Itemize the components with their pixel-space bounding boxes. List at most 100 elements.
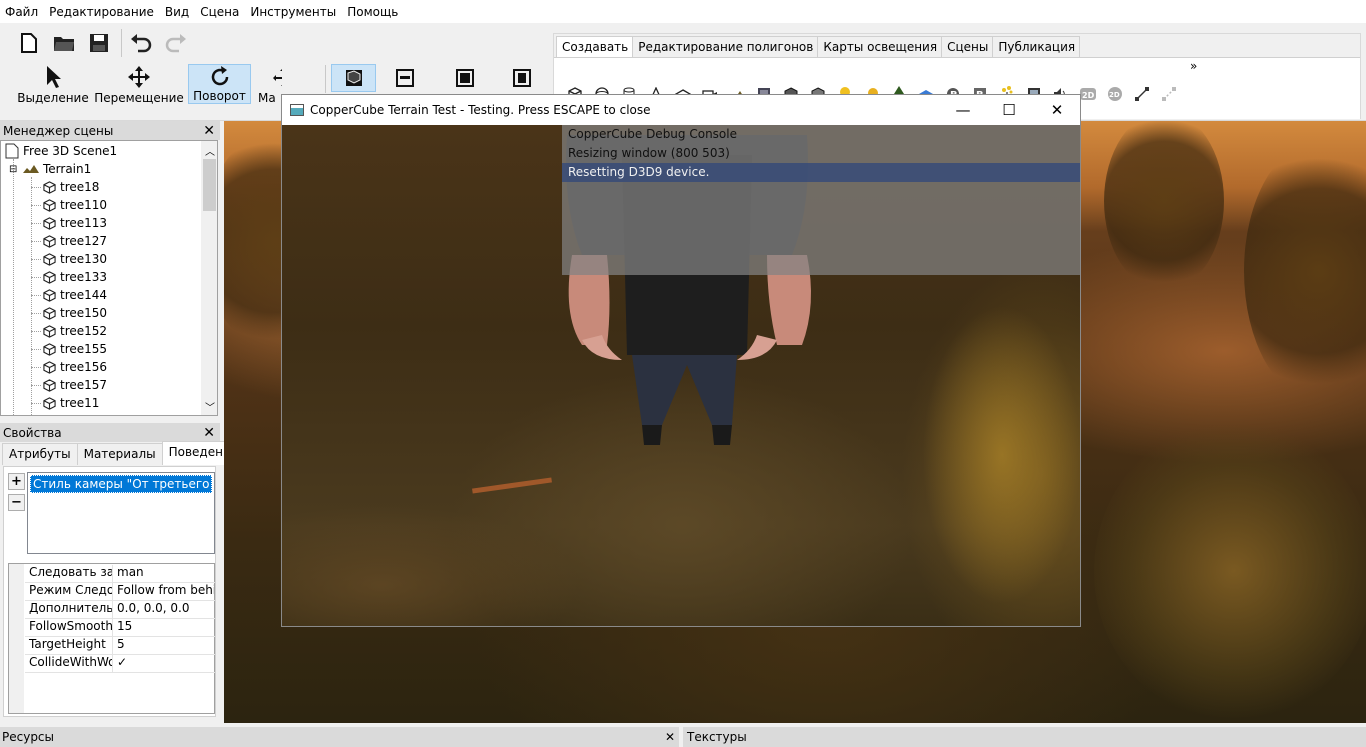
tab-materials[interactable]: Материалы (76, 443, 163, 465)
2d-circle-icon[interactable]: 2D (1106, 85, 1124, 103)
menu-view[interactable]: Вид (164, 5, 195, 19)
property-row[interactable]: FollowSmoothin15 (25, 619, 215, 637)
tree-item-node[interactable]: tree110 (31, 196, 107, 214)
remove-behavior-button[interactable]: − (8, 494, 25, 511)
open-folder-icon[interactable] (51, 30, 77, 56)
scene-tree[interactable]: Free 3D Scene1 ⊟ Terrain1 tree18 tree110 t… (0, 140, 218, 416)
property-grid: Следовать за обman Режим СледоваFollow f… (8, 563, 215, 714)
scale-icon (258, 63, 282, 91)
tree-item-node[interactable]: tree144 (31, 286, 107, 304)
terrain-icon (23, 165, 39, 173)
property-row[interactable]: CollideWithWor ✓ (25, 655, 215, 673)
ground-patch (282, 505, 582, 626)
property-value[interactable]: Follow from behind (113, 583, 214, 600)
select-tool-button[interactable]: Выделение (17, 63, 89, 107)
tree-item-node[interactable]: tree156 (31, 358, 107, 376)
resources-panel-header: Ресурсы ✕ (0, 727, 679, 747)
menu-tools[interactable]: Инструменты (249, 5, 342, 19)
behavior-list[interactable]: Стиль камеры "От третьего лица" (27, 472, 215, 554)
tree-item-node[interactable]: tree155 (31, 340, 107, 358)
menu-help[interactable]: Помощь (346, 5, 404, 19)
tree-item-node[interactable]: tree130 (31, 250, 108, 268)
tree-item-root[interactable]: Free 3D Scene1 (5, 142, 117, 160)
property-row[interactable]: Дополнительны0.0, 0.0, 0.0 (25, 601, 215, 619)
document-icon (5, 143, 19, 159)
view-solid-button[interactable] (331, 64, 376, 92)
minimize-button[interactable]: — (940, 95, 986, 125)
rotate-tool-button[interactable]: Поворот (188, 64, 251, 104)
scene-tree-scrollbar[interactable]: ︿ ﹀ (201, 141, 217, 415)
tab-polygon-editing[interactable]: Редактирование полигонов (632, 36, 819, 57)
property-value[interactable]: man (113, 565, 214, 582)
tree-item-node[interactable]: tree11 (31, 394, 99, 412)
tree-line (31, 295, 41, 296)
new-file-icon[interactable] (16, 30, 42, 56)
test-window-titlebar[interactable]: CopperCube Terrain Test - Testing. Press… (282, 95, 1080, 125)
redo-icon[interactable] (163, 30, 189, 56)
scroll-down-icon[interactable]: ﹀ (205, 399, 215, 414)
tree-item-node[interactable]: tree18 (31, 178, 99, 196)
scale-tool-label: Ма (258, 91, 276, 105)
tree-item-node[interactable]: tree157 (31, 376, 107, 394)
game-render-area[interactable]: CopperCube Debug Console Resizing window… (282, 125, 1080, 626)
property-key: Режим Следова (25, 583, 113, 600)
app-icon (290, 104, 304, 116)
tab-attributes[interactable]: Атрибуты (2, 443, 78, 465)
tree-item-node[interactable]: tree133 (31, 268, 107, 286)
tree-line (31, 403, 41, 404)
path-disabled-icon[interactable] (1160, 85, 1178, 103)
tree-item-terrain[interactable]: ⊟ Terrain1 (9, 160, 91, 178)
tree-item-label: tree113 (60, 216, 108, 230)
properties-tabs: Атрибуты Материалы Поведение (2, 441, 246, 465)
property-value[interactable]: 0.0, 0.0, 0.0 (113, 601, 214, 618)
tree-item-node[interactable]: tree150 (31, 304, 107, 322)
textures-panel-header: Текстуры (683, 727, 1366, 747)
collapse-icon[interactable]: ⊟ (9, 164, 19, 175)
tree-item-node[interactable]: tree113 (31, 214, 108, 232)
menu-scene[interactable]: Сцена (199, 5, 245, 19)
ribbon-overflow-icon[interactable]: » (1190, 59, 1197, 73)
close-icon[interactable]: ✕ (665, 730, 675, 744)
property-value[interactable]: 5 (113, 637, 214, 654)
menu-file[interactable]: Файл (4, 5, 44, 19)
behavior-item-selected[interactable]: Стиль камеры "От третьего лица" (30, 475, 212, 493)
path-icon[interactable] (1133, 85, 1151, 103)
scrollbar-thumb[interactable] (203, 159, 216, 211)
property-row[interactable]: Следовать за обman (25, 565, 215, 583)
tree-item-node[interactable]: tree152 (31, 322, 107, 340)
scale-tool-button[interactable]: Ма (258, 63, 282, 107)
close-icon[interactable]: ✕ (203, 425, 215, 441)
svg-text:2D: 2D (1109, 91, 1120, 99)
tab-create[interactable]: Создавать (556, 36, 634, 57)
mesh-node-icon (43, 288, 56, 302)
close-icon[interactable]: ✕ (203, 123, 215, 139)
tree-item-node[interactable]: tree127 (31, 232, 107, 250)
close-button[interactable]: ✕ (1034, 95, 1080, 125)
property-row[interactable]: Режим СледоваFollow from behind (25, 583, 215, 601)
view-mode-button-4[interactable] (509, 65, 535, 91)
tab-scenes[interactable]: Сцены (941, 36, 994, 57)
tree-line (31, 331, 41, 332)
view-mode-button-3[interactable] (452, 65, 478, 91)
move-tool-label: Перемещение (94, 91, 184, 105)
tab-lightmaps[interactable]: Карты освещения (817, 36, 943, 57)
maximize-button[interactable]: ☐ (986, 95, 1032, 125)
debug-console: CopperCube Debug Console Resizing window… (562, 125, 1080, 275)
property-row[interactable]: TargetHeight 5 (25, 637, 215, 655)
add-behavior-button[interactable]: + (8, 473, 25, 490)
save-icon[interactable] (86, 30, 112, 56)
tab-publish[interactable]: Публикация (992, 36, 1081, 57)
scene-manager-title: Менеджер сцены (3, 123, 114, 138)
2d-overlay-icon[interactable]: 2D (1079, 85, 1097, 103)
property-value[interactable]: 15 (113, 619, 214, 636)
move-tool-button[interactable]: Перемещение (94, 63, 184, 107)
tree-line (31, 277, 41, 278)
scroll-up-icon[interactable]: ︿ (205, 143, 215, 158)
undo-icon[interactable] (128, 30, 154, 56)
collide-checkbox[interactable]: ✓ (113, 655, 214, 672)
menu-edit[interactable]: Редактирование (48, 5, 160, 19)
property-key: TargetHeight (25, 637, 113, 654)
tree-item-label: tree130 (60, 252, 108, 266)
view-mode-button-2[interactable] (392, 65, 418, 91)
cursor-icon (45, 63, 61, 91)
